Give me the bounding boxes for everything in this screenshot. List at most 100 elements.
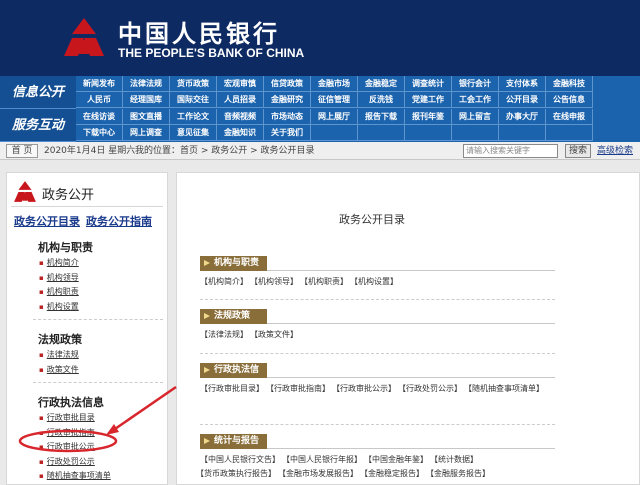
site-header: 中国人民银行 THE PEOPLE'S BANK OF CHINA xyxy=(0,0,640,76)
catalog-link[interactable]: 【金融服务报告】 xyxy=(430,469,490,478)
catalog-link[interactable]: 【法律法规】 xyxy=(200,330,248,339)
catalog-link[interactable]: 【机构领导】 xyxy=(254,277,298,286)
home-button[interactable]: 首 页 xyxy=(6,144,38,158)
nav-item[interactable]: 人员招录 xyxy=(217,92,264,108)
nav-item[interactable]: 信贷政策 xyxy=(264,76,311,92)
catalog-link[interactable]: 【行政审批公示】 xyxy=(336,384,396,393)
sidebar-item-link[interactable]: 行政处罚公示 xyxy=(39,456,95,467)
nav-item[interactable]: 金融研究 xyxy=(264,92,311,108)
divider xyxy=(33,382,163,383)
section-rule xyxy=(267,377,555,378)
catalog-link[interactable]: 【行政审批指南】 xyxy=(270,384,330,393)
section-links: 【中国人民银行文告】 【中国人民银行年报】 【中国金融年鉴】 【统计数据】【货币政策执… xyxy=(200,453,555,481)
sidebar-item-link[interactable]: 政策文件 xyxy=(39,364,79,375)
nav-row: 新闻发布 法律法规 货币政策 宏观审慎 信贷政策 金融市场 金融稳定 调查统计 银行会计 支付体系… xyxy=(76,76,640,92)
section-links: 【行政审批目录】 【行政审批指南】 【行政审批公示】 【行政处罚公示】 【随机抽查事项清… xyxy=(200,382,555,396)
sidebar-item-link[interactable]: 行政审批公示 xyxy=(39,441,95,452)
catalog-link[interactable]: 【机构设置】 xyxy=(354,277,398,286)
nav-item[interactable]: 报刊年鉴 xyxy=(405,109,452,125)
sidebar-item-link[interactable]: 机构职责 xyxy=(39,286,79,297)
nav-item[interactable]: 工会工作 xyxy=(452,92,499,108)
section-rule xyxy=(267,323,555,324)
nav-item[interactable]: 国际交往 xyxy=(170,92,217,108)
link-disclosure-guide[interactable]: 政务公开指南 xyxy=(86,215,152,228)
nav-item[interactable]: 调查统计 xyxy=(405,76,452,92)
section-links: 【机构简介】 【机构领导】 【机构职责】 【机构设置】 xyxy=(200,275,555,289)
nav-item[interactable]: 网上展厅 xyxy=(311,109,358,125)
sidebar-item-link[interactable]: 法律法规 xyxy=(39,349,79,360)
nav-item[interactable]: 金融科技 xyxy=(546,76,593,92)
catalog-link[interactable]: 【统计数据】 xyxy=(434,455,478,464)
nav-item[interactable]: 金融知识 xyxy=(217,125,264,141)
nav-item[interactable]: 在线申报 xyxy=(546,109,593,125)
nav-item xyxy=(546,125,593,141)
catalog-link[interactable]: 【中国金融年鉴】 xyxy=(368,455,428,464)
nav-item[interactable]: 市场动态 xyxy=(264,109,311,125)
divider xyxy=(33,319,163,320)
nav-item[interactable]: 人民币 xyxy=(76,92,123,108)
nav-item[interactable]: 货币政策 xyxy=(170,76,217,92)
nav-item[interactable]: 反洗钱 xyxy=(358,92,405,108)
catalog-link[interactable]: 【随机抽查事项清单】 xyxy=(468,384,544,393)
nav-item xyxy=(405,125,452,141)
search-button[interactable]: 搜索 xyxy=(565,144,591,158)
nav-item[interactable]: 图文直播 xyxy=(123,109,170,125)
nav-item[interactable]: 新闻发布 xyxy=(76,76,123,92)
catalog-link[interactable]: 【金融市场发展报告】 xyxy=(282,469,358,478)
breadcrumb-bar: 首 页 2020年1月4日 星期六 我的位置：首页 > 政务公开 > 政务公开目… xyxy=(0,142,640,160)
sidebar-item-link[interactable]: 随机抽查事项清单 xyxy=(39,470,111,481)
nav-item[interactable]: 党建工作 xyxy=(405,92,452,108)
pboc-logo-icon xyxy=(14,181,36,202)
section-header: 行政执法信息 xyxy=(200,363,267,390)
nav-item[interactable]: 下载中心 xyxy=(76,125,123,141)
link-disclosure-catalog[interactable]: 政务公开目录 xyxy=(14,215,80,228)
nav-item[interactable]: 网上调查 xyxy=(123,125,170,141)
nav-item[interactable]: 在线访谈 xyxy=(76,109,123,125)
pboc-logo-icon xyxy=(64,18,104,56)
catalog-link[interactable]: 【中国人民银行文告】 xyxy=(200,455,280,464)
sidebar-group-title: 行政执法信息 xyxy=(38,396,104,409)
nav-item xyxy=(358,125,405,141)
nav-item[interactable]: 音频视频 xyxy=(217,109,264,125)
nav-item[interactable]: 报告下载 xyxy=(358,109,405,125)
catalog-link[interactable]: 【行政审批目录】 xyxy=(200,384,264,393)
sidebar-item-link[interactable]: 机构简介 xyxy=(39,257,79,268)
sidebar-group-title: 法规政策 xyxy=(38,333,82,346)
catalog-link[interactable]: 【中国人民银行年报】 xyxy=(286,455,362,464)
nav-item[interactable]: 意见征集 xyxy=(170,125,217,141)
bank-name-english: THE PEOPLE'S BANK OF CHINA xyxy=(118,46,305,60)
nav-item[interactable]: 银行会计 xyxy=(452,76,499,92)
nav-item[interactable]: 征信管理 xyxy=(311,92,358,108)
nav-item[interactable]: 金融稳定 xyxy=(358,76,405,92)
nav-item[interactable]: 经理国库 xyxy=(123,92,170,108)
nav-item[interactable]: 关于我们 xyxy=(264,125,311,141)
divider xyxy=(200,299,555,300)
nav-item[interactable]: 公开目录 xyxy=(499,92,546,108)
main-navigation: 信息公开 服务互动 新闻发布 法律法规 货币政策 宏观审慎 信贷政策 金融市场 金融稳定 调查… xyxy=(0,76,640,142)
nav-item[interactable]: 法律法规 xyxy=(123,76,170,92)
divider xyxy=(200,424,555,425)
nav-item[interactable]: 网上留言 xyxy=(452,109,499,125)
breadcrumb[interactable]: 我的位置：首页 > 政务公开 > 政务公开目录 xyxy=(135,142,315,160)
catalog-link[interactable]: 【金融稳定报告】 xyxy=(364,469,424,478)
sidebar-item-link[interactable]: 行政审批目录 xyxy=(39,412,95,423)
catalog-link[interactable]: 【货币政策执行报告】 xyxy=(200,469,276,478)
catalog-link[interactable]: 【行政处罚公示】 xyxy=(402,384,462,393)
nav-item[interactable]: 办事大厅 xyxy=(499,109,546,125)
sidebar-item-link[interactable]: 行政审批指南 xyxy=(39,427,95,438)
catalog-link[interactable]: 【机构简介】 xyxy=(200,277,248,286)
nav-item[interactable]: 宏观审慎 xyxy=(217,76,264,92)
search-input[interactable]: 请输入搜索关键字 xyxy=(463,144,558,158)
catalog-link[interactable]: 【政策文件】 xyxy=(254,330,298,339)
catalog-link[interactable]: 【机构职责】 xyxy=(304,277,348,286)
nav-item[interactable]: 工作论文 xyxy=(170,109,217,125)
section-links: 【法律法规】 【政策文件】 xyxy=(200,328,555,342)
advanced-search-link[interactable]: 高级检索 xyxy=(597,142,633,160)
nav-item xyxy=(499,125,546,141)
nav-item[interactable]: 支付体系 xyxy=(499,76,546,92)
section-rule xyxy=(267,270,555,271)
sidebar-item-link[interactable]: 机构设置 xyxy=(39,301,79,312)
sidebar-item-link[interactable]: 机构领导 xyxy=(39,272,79,283)
nav-item[interactable]: 金融市场 xyxy=(311,76,358,92)
nav-item[interactable]: 公告信息 xyxy=(546,92,593,108)
